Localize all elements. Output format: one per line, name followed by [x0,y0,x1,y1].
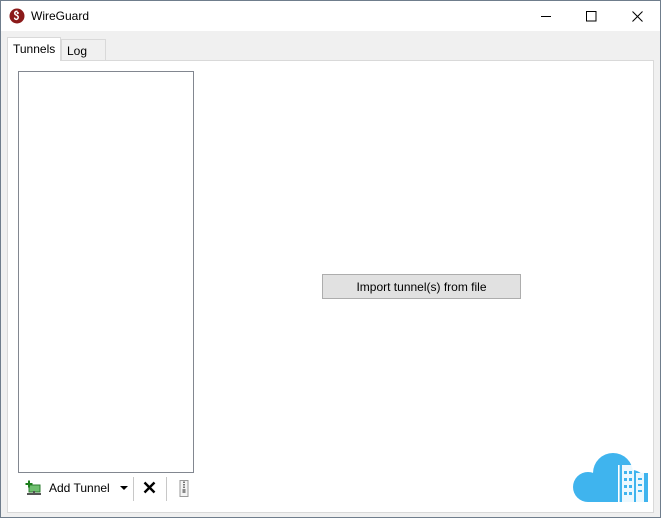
minimize-icon [541,16,551,17]
close-icon [632,11,643,22]
tab-log-label: Log [67,44,88,58]
delete-icon [143,481,156,494]
tunnel-toolbar: Add Tunnel [18,474,198,502]
title-bar[interactable]: WireGuard [1,1,660,31]
add-tunnel-icon [25,480,42,497]
export-zip-icon [179,480,189,497]
toolbar-separator [133,477,134,501]
maximize-button[interactable] [568,1,614,31]
add-tunnel-button[interactable]: Add Tunnel [22,477,122,499]
delete-tunnel-button[interactable] [140,477,160,499]
tunnels-panel: Import tunnel(s) from file Add Tunnel [7,60,654,513]
import-tunnel-button[interactable]: Import tunnel(s) from file [322,274,521,299]
window-title: WireGuard [31,9,90,23]
toolbar-separator [166,477,167,501]
minimize-button[interactable] [523,1,569,31]
tab-tunnels-label: Tunnels [13,42,56,56]
maximize-icon [586,11,597,22]
tab-log[interactable]: Log [61,39,106,60]
tab-tunnels[interactable]: Tunnels [7,37,61,61]
cloud-logo-icon [568,451,650,507]
dropdown-arrow-icon [120,486,128,490]
add-tunnel-dropdown-button[interactable] [117,477,131,499]
tunnel-list[interactable] [18,71,194,473]
add-tunnel-label: Add Tunnel [49,481,110,495]
app-window: WireGuard Tunnels Log Import tunnel(s) f… [0,0,661,518]
close-button[interactable] [614,1,660,31]
export-tunnels-button[interactable] [174,478,194,500]
wireguard-logo-icon [9,8,25,24]
